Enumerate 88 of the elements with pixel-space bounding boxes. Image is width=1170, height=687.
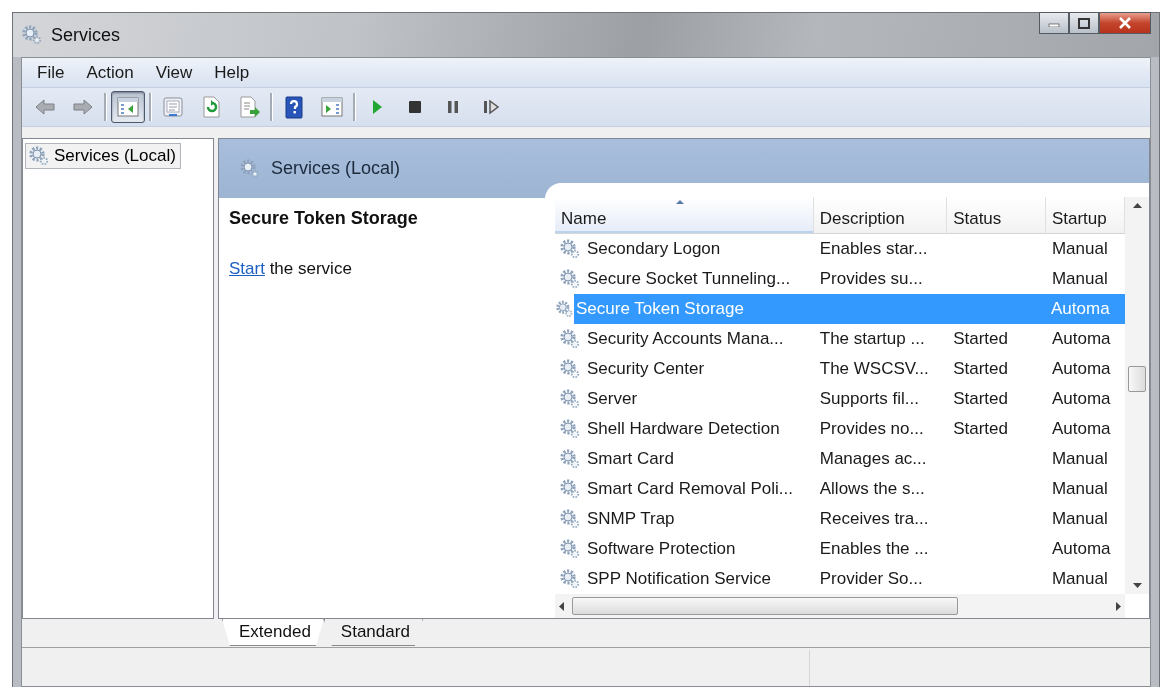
tree-item[interactable]: Services (Local) [25,143,181,169]
view-tab[interactable]: Extended [222,619,324,646]
properties-icon [161,95,185,119]
gear-icon [559,358,581,380]
console-tree-button[interactable] [111,91,145,123]
startup-cell: Manual [1051,239,1108,258]
startup-cell: Manual [1051,509,1108,528]
close-button[interactable] [1099,12,1151,34]
menu-item[interactable]: Action [75,62,145,83]
startup-cell: Automa [1051,359,1111,378]
status-cell: Started [953,359,1008,378]
service-name-cell[interactable]: Security Accounts Mana... [585,326,786,352]
column-header[interactable]: Startup [1045,197,1125,233]
maximize-icon [1078,17,1090,29]
scroll-left-icon [559,601,564,611]
gear-icon [239,157,261,180]
gear-icon [559,508,581,530]
gear-icon [559,388,581,410]
service-name-cell[interactable]: Shell Hardware Detection [585,416,782,442]
app-icon [21,24,43,46]
startup-cell: Automa [1051,329,1111,348]
menu-item[interactable]: File [26,62,76,83]
service-name-cell[interactable]: Secondary Logon [585,236,723,262]
column-header[interactable]: Description [813,197,948,233]
gear-icon [559,538,581,560]
action-pane-icon [320,95,344,119]
startup-cell: Manual [1051,269,1108,288]
help-icon [282,95,306,119]
gear-icon [555,298,574,320]
gear-icon [559,568,581,590]
description-cell: The WSCSV... [819,359,929,378]
service-name-cell[interactable]: Secure Socket Tunneling... [585,266,793,292]
gear-icon [559,328,581,350]
startup-cell: Manual [1051,569,1108,588]
description-cell: Enables star... [819,239,928,258]
service-title: Secure Token Storage [229,208,419,229]
startup-cell: Manual [1051,449,1108,468]
description-cell: Supports fil... [819,389,919,408]
description-cell: Provides no... [819,419,924,438]
maximize-button[interactable] [1069,12,1099,34]
export-list-icon [237,95,261,119]
scroll-thumb[interactable] [572,597,958,615]
status-cell: Started [953,329,1008,348]
startup-cell: Automa [1051,389,1111,408]
sort-arrow-icon [675,199,685,205]
service-name-cell[interactable]: Smart Card Removal Poli... [585,476,795,502]
vertical-scrollbar[interactable] [1125,197,1149,594]
view-tab[interactable]: Standard [323,619,423,646]
startup-cell: Automa [1051,539,1111,558]
gear-icon [28,145,50,167]
gear-icon [559,238,581,260]
description-cell: The startup ... [819,329,925,348]
close-icon [1118,17,1132,29]
service-name-cell[interactable]: Server [585,386,640,412]
description-cell: Enables the ... [819,539,929,558]
service-name-cell[interactable]: Security Center [585,356,707,382]
window-title: Services [51,24,121,46]
service-name-cell[interactable]: SNMP Trap [585,506,677,532]
startup-cell: Manual [1051,479,1108,498]
description-cell: Provider So... [819,569,923,588]
menu-item[interactable]: Help [203,62,261,83]
status-cell: Started [953,419,1008,438]
gear-icon [559,448,581,470]
service-name-cell[interactable]: Software Protection [585,536,738,562]
description-cell: Receives tra... [819,509,929,528]
horizontal-scrollbar[interactable] [555,594,1125,618]
gear-icon [559,478,581,500]
startup-cell: Automa [1051,419,1111,438]
console-tree-icon [116,95,140,119]
start-link[interactable]: Start [229,259,265,278]
gear-icon [559,418,581,440]
description-cell: Provides su... [819,269,923,288]
header-title: Services (Local) [271,158,401,179]
status-cell: Started [953,389,1008,408]
service-action-text: Start the service [229,259,353,279]
column-header[interactable]: Name [555,197,814,233]
scroll-down-icon [1132,583,1142,588]
description-cell: Manages ac... [819,449,927,468]
service-name-cell[interactable]: SPP Notification Service [585,566,773,592]
description-cell: Allows the s... [819,479,925,498]
column-header[interactable]: Status [947,197,1046,233]
minimize-button[interactable] [1039,12,1069,34]
scroll-right-icon [1116,601,1121,611]
gear-icon [559,268,581,290]
service-name-cell[interactable]: Smart Card [585,446,676,472]
menu-item[interactable]: View [144,62,204,83]
scroll-up-icon [1132,203,1142,208]
scroll-thumb[interactable] [1128,366,1146,392]
